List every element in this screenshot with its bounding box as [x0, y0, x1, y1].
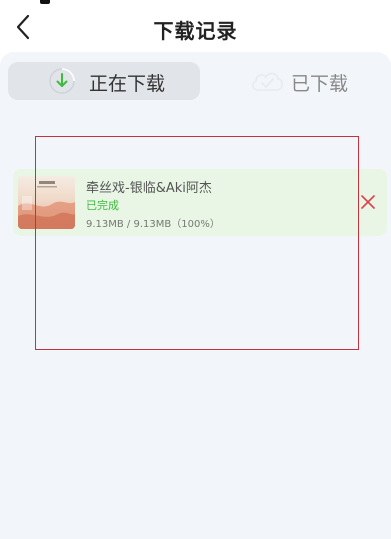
- download-list-item[interactable]: 牵丝戏-银临&Aki阿杰 已完成 9.13MB / 9.13MB（100%）: [13, 169, 387, 236]
- tab-downloading[interactable]: 正在下载: [8, 62, 200, 100]
- page-title: 下载记录: [153, 19, 238, 43]
- close-icon: [361, 195, 375, 209]
- tab-bar: 正在下载 已下载: [8, 62, 383, 100]
- main-content: 正在下载 已下载 牵丝戏-银临&Aki阿杰 已完成 9.13MB / 9.13M…: [0, 52, 391, 539]
- status-bar-fragment: [40, 0, 50, 4]
- delete-button[interactable]: [359, 193, 377, 211]
- file-size-progress: 9.13MB / 9.13MB（100%）: [86, 219, 220, 230]
- download-arrow-icon: [48, 67, 76, 95]
- album-cover-thumbnail: [18, 176, 75, 229]
- cloud-check-icon: [249, 66, 285, 96]
- tab-downloaded-label: 已下载: [291, 73, 349, 95]
- status-badge: 已完成: [86, 199, 119, 212]
- tab-downloading-label: 正在下载: [89, 73, 166, 95]
- tab-downloaded[interactable]: 已下载: [208, 62, 383, 100]
- header-bar: 下载记录: [0, 0, 391, 52]
- song-title: 牵丝戏-银临&Aki阿杰: [86, 181, 212, 196]
